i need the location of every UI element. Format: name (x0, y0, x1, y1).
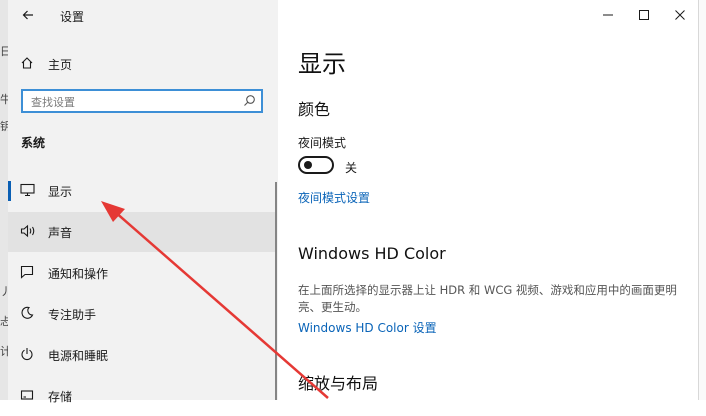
nav-item-sound[interactable]: 声音 (8, 212, 276, 252)
selection-indicator (8, 181, 11, 201)
window-title: 设置 (60, 10, 85, 24)
nav-item-focus-assist[interactable]: 专注助手 (8, 294, 276, 334)
nav-home[interactable]: 主页 (8, 48, 278, 78)
speaker-icon (20, 224, 35, 238)
notification-icon (20, 265, 34, 279)
maximize-button[interactable] (626, 0, 662, 30)
minimize-icon (603, 14, 613, 16)
window-controls (590, 0, 698, 30)
hdr-settings-link[interactable]: Windows HD Color 设置 (298, 319, 437, 336)
home-icon (21, 57, 33, 69)
nav-item-label: 通知和操作 (48, 267, 109, 281)
nav-section-title: 系统 (21, 136, 46, 150)
minimize-button[interactable] (590, 0, 626, 30)
nav-scrollbar[interactable] (275, 182, 277, 400)
page-title: 显示 (298, 50, 346, 78)
night-mode-toggle[interactable] (298, 156, 334, 174)
night-mode-label: 夜间模式 (298, 136, 347, 150)
monitor-icon (20, 183, 35, 197)
close-icon (675, 10, 685, 20)
nav-item-label: 电源和睡眠 (48, 349, 109, 363)
back-button[interactable] (16, 4, 40, 26)
search-input[interactable] (29, 94, 233, 110)
night-mode-state: 关 (345, 161, 358, 175)
navigation-pane: 设置 主页 系统 显示 (8, 0, 278, 404)
power-icon (21, 348, 33, 361)
hdr-heading: Windows HD Color (298, 244, 446, 263)
color-heading: 颜色 (298, 100, 331, 119)
nav-item-label: 存储 (48, 390, 73, 404)
nav-item-storage[interactable]: 存储 (8, 376, 276, 416)
toggle-knob (304, 161, 312, 169)
nav-item-label: 声音 (48, 226, 73, 240)
search-icon[interactable] (243, 94, 256, 107)
nav-item-label: 专注助手 (48, 308, 97, 322)
title-bar: 设置 (8, 0, 278, 30)
night-mode-settings-link[interactable]: 夜间模式设置 (298, 189, 370, 206)
window-right-edge (698, 0, 706, 400)
close-button[interactable] (662, 0, 698, 30)
settings-window: 设置 主页 系统 显示 (8, 0, 698, 404)
search-box (21, 89, 263, 113)
back-arrow-icon (22, 10, 33, 20)
nav-item-label: 显示 (48, 185, 73, 199)
hdr-description: 在上面所选择的显示器上让 HDR 和 WCG 视频、游戏和应用中的画面更明亮、更… (298, 283, 677, 314)
nav-home-label: 主页 (48, 58, 73, 72)
scale-layout-heading: 缩放与布局 (298, 374, 379, 393)
maximize-icon (639, 10, 649, 20)
moon-icon (21, 306, 34, 319)
nav-item-power-sleep[interactable]: 电源和睡眠 (8, 335, 276, 375)
nav-item-display[interactable]: 显示 (8, 171, 276, 211)
nav-item-notifications[interactable]: 通知和操作 (8, 253, 276, 293)
